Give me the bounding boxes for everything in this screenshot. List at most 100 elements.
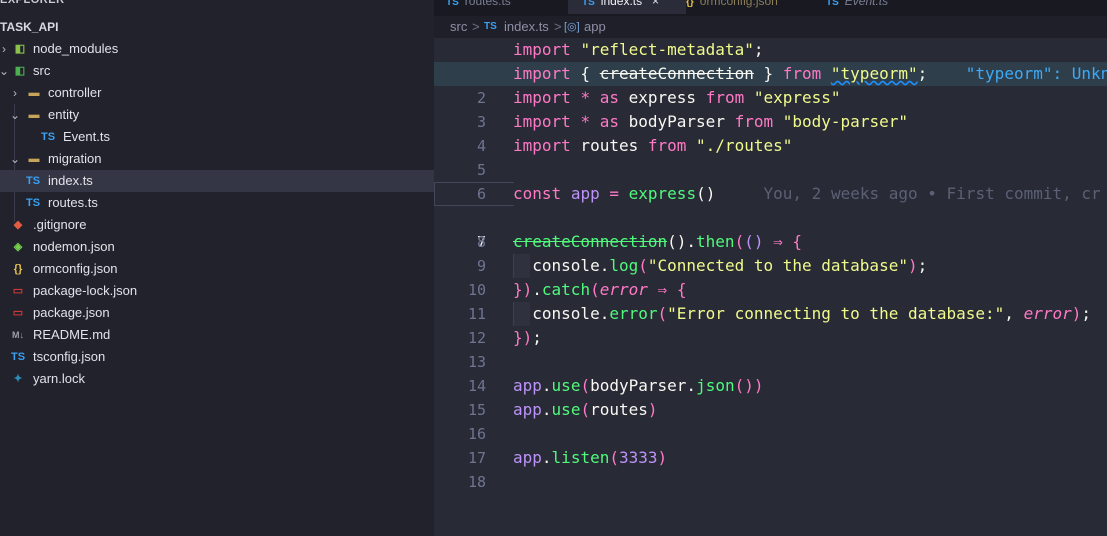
close-icon[interactable]: × bbox=[652, 0, 659, 8]
npm-icon: ▭ bbox=[12, 285, 24, 297]
line-content: console.log("Connected to the database")… bbox=[513, 256, 928, 275]
git-blame-annotation: You, 2 weeks ago • First commit, cr bbox=[763, 184, 1101, 203]
breadcrumb-item-src[interactable]: src bbox=[450, 16, 467, 38]
code-line: 10 console.log("Connected to the databas… bbox=[434, 254, 1107, 299]
line-content: }); bbox=[513, 328, 542, 347]
tab-index-ts[interactable]: TS index.ts × bbox=[568, 0, 686, 14]
code-line: 16 app.use(routes) bbox=[434, 398, 1107, 443]
code-line: 4 import * as bodyParser from "body-pars… bbox=[434, 110, 1107, 155]
tree-item-label: README.md bbox=[33, 327, 111, 342]
folder-icon: ▬ bbox=[28, 87, 40, 99]
folder-open-icon: ▬ bbox=[28, 153, 40, 165]
line-content: createConnection().then(() ⇒ { bbox=[513, 232, 803, 251]
code-line: 14 bbox=[434, 350, 1107, 395]
tab-label: ormconfig.json bbox=[699, 0, 778, 8]
tree-item-ormconfig-json[interactable]: {} ormconfig.json bbox=[0, 258, 434, 280]
tree-item-controller[interactable]: › ▬ controller bbox=[0, 82, 434, 104]
tsconfig-icon: TS bbox=[10, 351, 26, 363]
typescript-file-icon: TS bbox=[40, 131, 56, 143]
typescript-file-icon: TS bbox=[446, 0, 459, 8]
tree-item-migration[interactable]: ⌄ ▬ migration bbox=[0, 148, 434, 170]
code-line: 9 createConnection().then(() ⇒ { bbox=[434, 230, 1107, 275]
typescript-file-icon: TS bbox=[25, 175, 41, 187]
tree-item-label: .gitignore bbox=[33, 217, 87, 232]
tree-item-nodemon-json[interactable]: ◈ nodemon.json bbox=[0, 236, 434, 258]
tree-item-gitignore[interactable]: ◆ .gitignore bbox=[0, 214, 434, 236]
tree-item-label: routes.ts bbox=[48, 195, 98, 210]
tab-routes-ts[interactable]: TS routes.ts bbox=[446, 0, 566, 14]
chevron-right-icon: › bbox=[2, 42, 6, 56]
line-content: console.error("Error connecting to the d… bbox=[513, 304, 1092, 323]
chevron-right-icon: › bbox=[13, 86, 17, 100]
tree-item-src[interactable]: ⌄ ◧ src bbox=[0, 60, 434, 82]
tree-item-entity[interactable]: ⌄ ▬ entity bbox=[0, 104, 434, 126]
tree-item-label: migration bbox=[48, 151, 102, 166]
line-content: import "reflect-metadata"; bbox=[513, 40, 764, 59]
tree-item-label: src bbox=[33, 63, 51, 78]
code-line: 17 bbox=[434, 422, 1107, 467]
typescript-file-icon: TS bbox=[484, 21, 497, 32]
tree-item-label: nodemon.json bbox=[33, 239, 115, 254]
tree-item-routes-ts[interactable]: TS routes.ts bbox=[0, 192, 434, 214]
tree-item-label: package-lock.json bbox=[33, 283, 138, 298]
tree-item-event-ts[interactable]: TS Event.ts bbox=[0, 126, 434, 148]
tree-item-package-lock-json[interactable]: ▭ package-lock.json bbox=[0, 280, 434, 302]
tab-event-ts[interactable]: TS Event.ts bbox=[826, 0, 946, 14]
code-line: 1 import "reflect-metadata"; bbox=[434, 38, 1107, 83]
tab-label: Event.ts bbox=[844, 0, 889, 8]
typescript-file-icon: TS bbox=[582, 0, 595, 8]
code-line: 13 }); bbox=[434, 326, 1107, 371]
code-line: 2 import { createConnection } from "type… bbox=[434, 62, 1107, 107]
tab-ormconfig-json[interactable]: {} ormconfig.json bbox=[686, 0, 816, 14]
line-number: 18 bbox=[467, 473, 486, 491]
tree-item-label: node_modules bbox=[33, 41, 119, 56]
tree-item-label: ormconfig.json bbox=[33, 261, 118, 276]
breadcrumb-item-symbol[interactable]: app bbox=[584, 16, 606, 38]
markdown-icon: M↓ bbox=[12, 330, 24, 340]
project-title[interactable]: TASK_API bbox=[0, 17, 58, 37]
tab-label: index.ts bbox=[600, 0, 643, 8]
line-content: import * as express from "express" bbox=[513, 88, 841, 107]
line-content: const app = express() You, 2 weeks ago •… bbox=[513, 184, 1101, 203]
tree-item-tsconfig-json[interactable]: TS tsconfig.json bbox=[0, 346, 434, 368]
line-content: import { createConnection } from "typeor… bbox=[513, 62, 1107, 86]
tree-item-label: controller bbox=[48, 85, 102, 100]
line-content: }).catch(error ⇒ { bbox=[513, 280, 687, 299]
tree-item-readme-md[interactable]: M↓ README.md bbox=[0, 324, 434, 346]
npm-icon: ▭ bbox=[12, 307, 24, 319]
chevron-right-icon: > bbox=[554, 19, 562, 34]
tree-item-label: Event.ts bbox=[63, 129, 110, 144]
typescript-file-icon: TS bbox=[25, 197, 41, 209]
code-line-current: 7 const app = express() You, 2 weeks ago… bbox=[434, 182, 1107, 251]
code-line: 8 bbox=[434, 206, 1107, 251]
tree-item-yarn-lock[interactable]: ✦ yarn.lock bbox=[0, 368, 434, 390]
node-folder-icon: ◧ bbox=[14, 43, 26, 55]
line-content: import * as bodyParser from "body-parser… bbox=[513, 112, 908, 131]
yarn-icon: ✦ bbox=[13, 373, 23, 385]
code-line: 12 console.error("Error connecting to th… bbox=[434, 302, 1107, 347]
breadcrumb: src > TS index.ts > [◎] app bbox=[434, 16, 1107, 38]
typescript-file-icon: TS bbox=[826, 0, 839, 8]
tree-item-package-json[interactable]: ▭ package.json bbox=[0, 302, 434, 324]
tree-item-index-ts[interactable]: TS index.ts bbox=[0, 170, 434, 192]
nodemon-icon: ◈ bbox=[13, 241, 23, 253]
chevron-down-icon: ⌄ bbox=[9, 152, 21, 166]
tree-item-label: package.json bbox=[33, 305, 110, 320]
tab-bar: TS routes.ts TS index.ts × {} ormconfig.jso… bbox=[434, 0, 1107, 16]
inline-diagnostic: "typeorm": Unkn bbox=[965, 64, 1107, 83]
json-icon: {} bbox=[686, 0, 694, 8]
code-line: 5 import routes from "./routes" bbox=[434, 134, 1107, 179]
code-line: 6 bbox=[434, 158, 1107, 203]
breadcrumb-item-file[interactable]: index.ts bbox=[504, 16, 549, 38]
json-icon: {} bbox=[13, 263, 23, 275]
variable-symbol-icon: [◎] bbox=[564, 21, 580, 33]
code-line: 11 }).catch(error ⇒ { bbox=[434, 278, 1107, 323]
line-content: app.use(bodyParser.json()) bbox=[513, 376, 764, 395]
code-editor[interactable]: 1 import "reflect-metadata"; 2 import { … bbox=[434, 38, 1107, 536]
tree-item-label: yarn.lock bbox=[33, 371, 86, 386]
chevron-down-icon: ⌄ bbox=[0, 64, 10, 78]
line-content: import routes from "./routes" bbox=[513, 136, 793, 155]
tree-item-node-modules[interactable]: › ◧ node_modules bbox=[0, 38, 434, 60]
chevron-right-icon: > bbox=[472, 19, 480, 34]
tree-item-label: index.ts bbox=[48, 173, 93, 188]
